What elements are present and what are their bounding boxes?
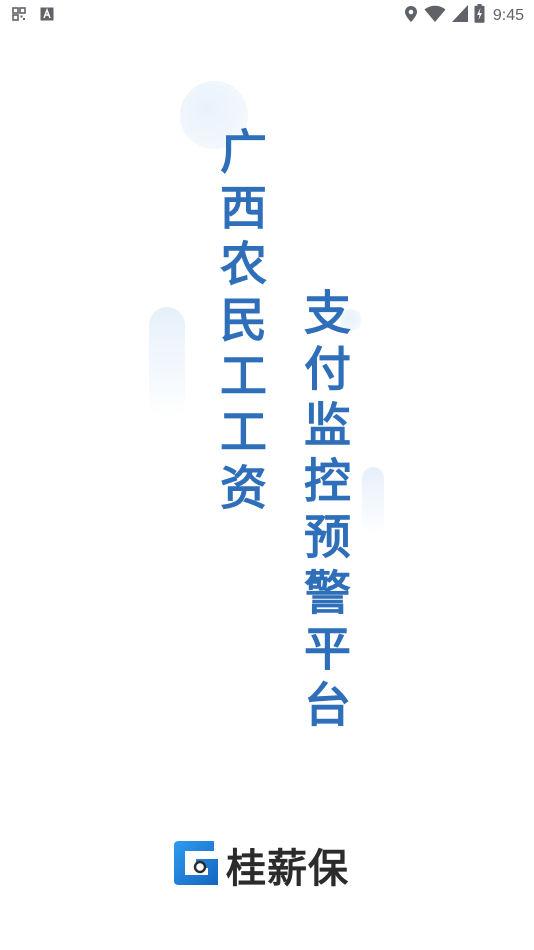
title-line-one: 广西农民工工资 bbox=[211, 127, 266, 519]
status-time: 9:45 bbox=[492, 6, 524, 24]
decor-pill-right bbox=[362, 467, 384, 535]
location-icon bbox=[404, 5, 418, 27]
g-logo-icon bbox=[170, 837, 222, 893]
signal-icon bbox=[451, 5, 468, 26]
wifi-icon bbox=[424, 5, 446, 27]
status-right-icons: 9:45 bbox=[404, 4, 524, 27]
decor-pill-left bbox=[149, 307, 185, 419]
battery-icon bbox=[474, 4, 485, 27]
brand-logo: 桂薪保 bbox=[170, 836, 349, 894]
text-box-icon bbox=[40, 6, 54, 25]
status-left-icons bbox=[12, 6, 54, 25]
status-bar: 9:45 bbox=[0, 0, 534, 28]
brand-name: 桂薪保 bbox=[226, 846, 349, 892]
qr-grid-icon bbox=[12, 6, 26, 25]
title-line-two: 支付监控预警平台 bbox=[295, 288, 350, 736]
